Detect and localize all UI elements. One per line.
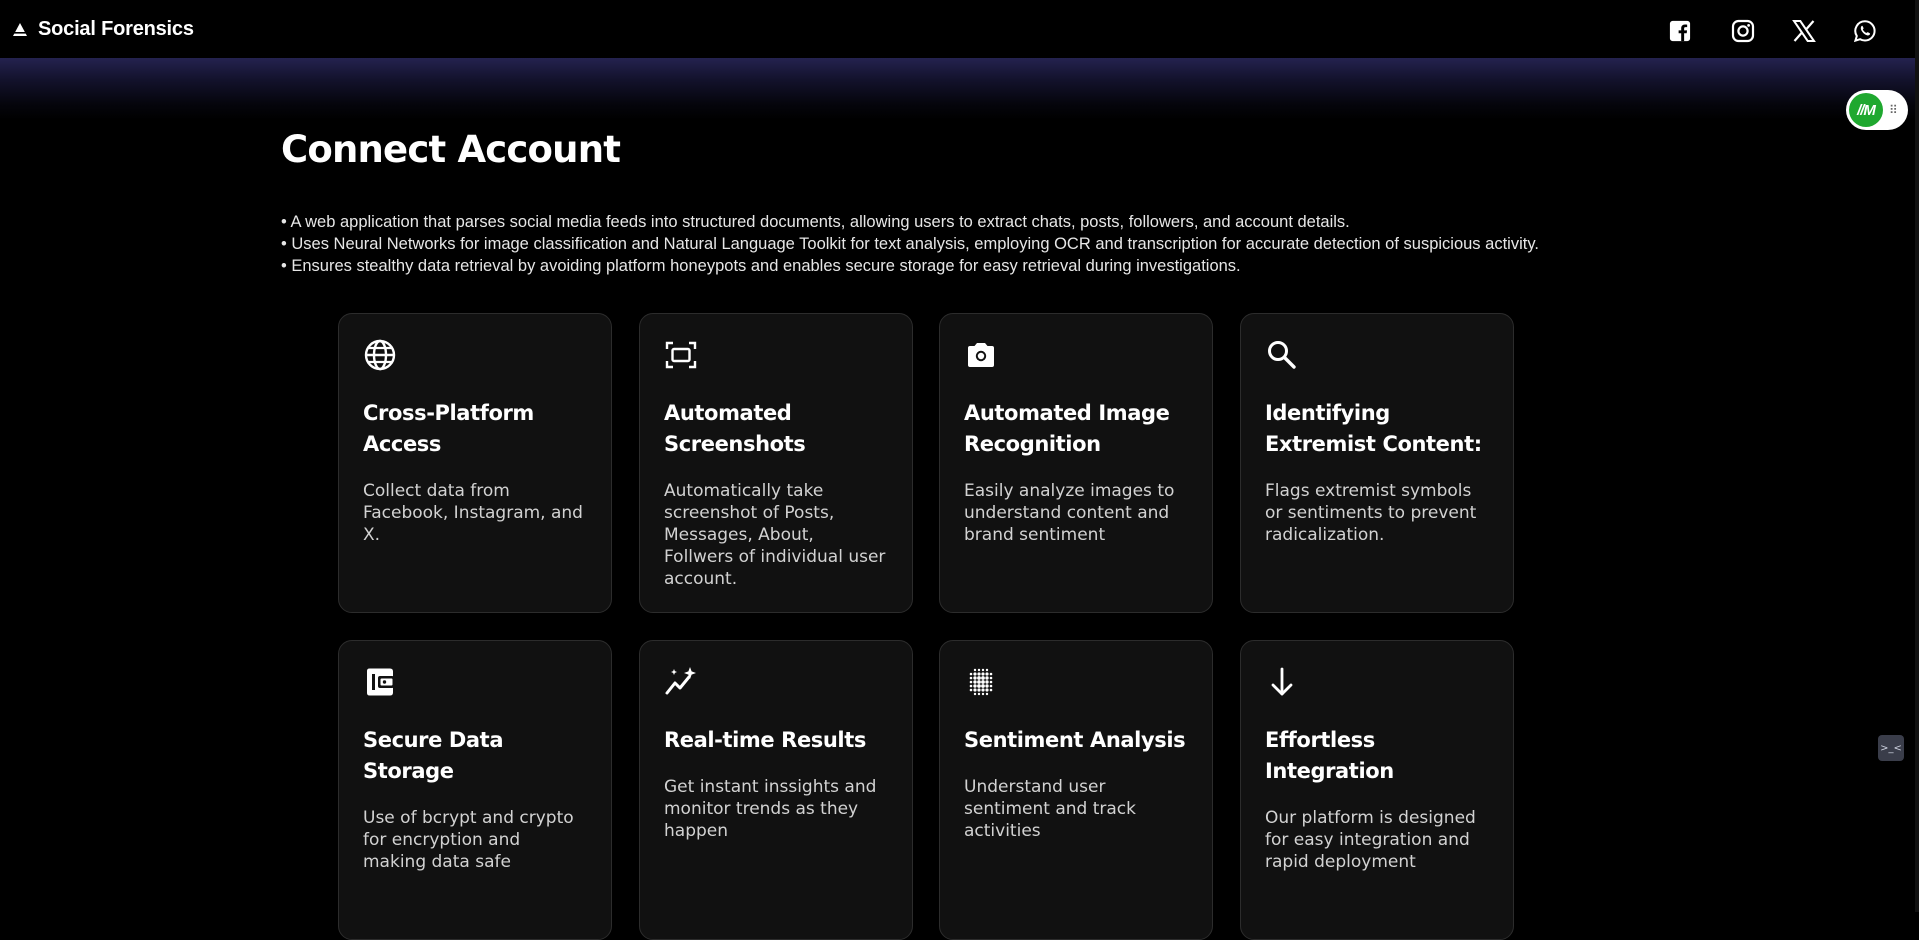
- floating-widget[interactable]: //M ⠿: [1846, 90, 1908, 130]
- description-bullet: • Ensures stealthy data retrieval by avo…: [281, 257, 1241, 275]
- feature-card-screenshots: Automated Screenshots Automatically take…: [639, 313, 913, 613]
- instagram-icon: [1731, 19, 1755, 43]
- feature-description: Understand user sentiment and track acti…: [964, 777, 1136, 841]
- feature-description: Easily analyze images to understand cont…: [964, 481, 1175, 545]
- side-widget-icon[interactable]: >_<: [1878, 735, 1904, 761]
- widget-badge: //M: [1849, 93, 1883, 127]
- camera-icon: [968, 343, 994, 367]
- facebook-link[interactable]: [1667, 18, 1693, 44]
- brand-name: Social Forensics: [38, 18, 194, 40]
- feature-title: Effortless Integration: [1265, 728, 1394, 783]
- logo-icon: [13, 22, 27, 36]
- wallet-icon: [367, 668, 394, 696]
- feature-title: Real-time Results: [664, 728, 866, 752]
- feature-description: Collect data from Facebook, Instagram, a…: [363, 481, 583, 545]
- feature-description: Use of bcrypt and crypto for encryption …: [363, 808, 574, 872]
- feature-title: Automated Screenshots: [664, 401, 806, 456]
- scrollbar[interactable]: [1915, 0, 1919, 912]
- globe-icon: [364, 339, 396, 371]
- page-title: Connect Account: [281, 128, 621, 171]
- description-bullet: • Uses Neural Networks for image classif…: [281, 235, 1539, 253]
- brand[interactable]: Social Forensics: [12, 18, 194, 41]
- header-glow: [0, 58, 1919, 120]
- feature-title: Sentiment Analysis: [964, 728, 1186, 752]
- dot-grid-icon: [969, 668, 993, 696]
- feature-title: Identifying Extremist Content:: [1265, 401, 1482, 456]
- arrow-down-icon: [1271, 667, 1293, 696]
- feature-description: Flags extremist symbols or sentiments to…: [1265, 481, 1477, 545]
- feature-card-secure-storage: Secure Data Storage Use of bcrypt and cr…: [338, 640, 612, 940]
- search-icon: [1268, 341, 1296, 369]
- instagram-link[interactable]: [1730, 18, 1756, 44]
- screenshot-icon: [665, 341, 697, 369]
- x-twitter-link[interactable]: [1791, 18, 1817, 44]
- whatsapp-link[interactable]: [1852, 18, 1878, 44]
- feature-card-sentiment: Sentiment Analysis Understand user senti…: [939, 640, 1213, 940]
- whatsapp-icon: [1853, 20, 1876, 43]
- description-bullet: • A web application that parses social m…: [281, 213, 1350, 231]
- feature-card-integration: Effortless Integration Our platform is d…: [1240, 640, 1514, 940]
- feature-card-image-recognition: Automated Image Recognition Easily analy…: [939, 313, 1213, 613]
- top-navbar: Social Forensics: [0, 0, 1919, 58]
- feature-title: Secure Data Storage: [363, 728, 504, 783]
- feature-description: Automatically take screenshot of Posts, …: [664, 481, 886, 589]
- trend-sparkle-icon: [665, 667, 696, 695]
- feature-title: Cross-Platform Access: [363, 401, 534, 456]
- drag-handle-icon[interactable]: ⠿: [1889, 104, 1898, 116]
- facebook-icon: [1669, 20, 1691, 42]
- x-twitter-icon: [1792, 20, 1816, 42]
- feature-card-realtime: Real-time Results Get instant inssights …: [639, 640, 913, 940]
- feature-description: Get instant inssights and monitor trends…: [664, 777, 877, 841]
- feature-card-extremist-content: Identifying Extremist Content: Flags ext…: [1240, 313, 1514, 613]
- feature-description: Our platform is designed for easy integr…: [1265, 808, 1476, 872]
- feature-title: Automated Image Recognition: [964, 401, 1170, 456]
- feature-card-cross-platform: Cross-Platform Access Collect data from …: [338, 313, 612, 613]
- description-list: • A web application that parses social m…: [281, 211, 1581, 277]
